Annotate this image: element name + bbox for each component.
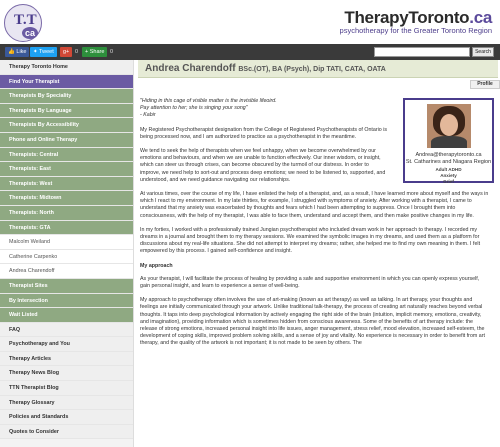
sidebar-item-therapists-west[interactable]: Therapists: West — [0, 176, 133, 192]
sidebar-item-therapists-by-language[interactable]: Therapists By Language — [0, 103, 133, 119]
specialty[interactable]: Adult ADHD — [405, 167, 492, 172]
paragraph: In my forties, I worked with a professio… — [140, 226, 481, 255]
section-heading: My approach — [140, 262, 173, 269]
sidebar-item-therapist-sites[interactable]: Therapist Sites — [0, 278, 133, 294]
sidebar-item-therapists-by-accessibility[interactable]: Therapists By Accessibility — [0, 118, 133, 133]
paragraph: At various times, over the course of my … — [140, 191, 489, 219]
sidebar-item-therapy-glossary[interactable]: Therapy Glossary — [0, 395, 133, 411]
sidebar-item-quotes-to-consider[interactable]: Quotes to Consider — [0, 424, 133, 440]
share-icon: + — [85, 49, 89, 55]
social-toolbar: 👍 Like ✦ Tweet g+ 0 + Share 0 Search — [0, 44, 500, 60]
share-button[interactable]: + Share — [82, 47, 108, 57]
google-plus-button[interactable]: g+ — [60, 47, 73, 57]
tweet-button[interactable]: ✦ Tweet — [30, 47, 57, 57]
paragraph: We tend to seek the help of therapists w… — [140, 148, 386, 183]
main-content: Andrea Charendoff BSc.(OT), BA (Psych), … — [134, 60, 500, 447]
twitter-bird-icon: ✦ — [33, 49, 38, 55]
email-link[interactable]: Andrea@therapytoronto.ca — [405, 152, 492, 158]
sidebar-item-by-intersection[interactable]: By Intersection — [0, 293, 133, 309]
therapist-card: Andrea@therapytoronto.ca St. Catharines … — [403, 98, 494, 184]
sidebar-item-andrea-charendoff[interactable]: Andrea Charendoff — [0, 264, 133, 279]
sidebar-item-phone-and-online-therapy[interactable]: Phone and Online Therapy — [0, 132, 133, 148]
site-title[interactable]: TherapyToronto.ca — [344, 8, 492, 28]
paragraph: My Registered Psychotherapist designatio… — [140, 126, 388, 140]
paragraph: My approach to psychotherapy often invol… — [140, 297, 485, 347]
credentials: BSc.(OT), BA (Psych), Dip TATI, CATA, OA… — [238, 66, 386, 73]
profile-title-bar: Andrea Charendoff BSc.(OT), BA (Psych), … — [138, 60, 498, 78]
search-input[interactable] — [374, 47, 470, 57]
sidebar-item-catherine-carpenko[interactable]: Catherine Carpenko — [0, 249, 133, 265]
logo-text: T.T — [14, 12, 37, 28]
sidebar-item-therapy-toronto-home[interactable]: Therapy Toronto Home — [0, 60, 133, 75]
share-count: 0 — [110, 49, 114, 55]
sidebar-item-ttn-therapist-blog[interactable]: TTN Therapist Blog — [0, 381, 133, 396]
sidebar-item-therapists-gta[interactable]: Therapists: GTA — [0, 220, 133, 236]
search-button[interactable]: Search — [472, 47, 494, 57]
sidebar-item-therapy-articles[interactable]: Therapy Articles — [0, 351, 133, 367]
specialty[interactable]: Grief — [405, 179, 492, 184]
page-title: Andrea Charendoff BSc.(OT), BA (Psych), … — [145, 63, 386, 74]
sidebar-item-find-your-therapist[interactable]: Find Your Therapist — [0, 74, 133, 90]
location: St. Catharines and Niagara Region — [405, 159, 492, 165]
therapist-photo — [427, 104, 471, 148]
sidebar-item-psychotherapy-and-you[interactable]: Psychotherapy and You — [0, 337, 133, 352]
thumbs-up-icon: 👍 — [8, 49, 15, 55]
specialty[interactable]: Anxiety — [405, 173, 492, 178]
sidebar-item-faq[interactable]: FAQ — [0, 322, 133, 338]
sidebar-item-therapists-by-speciality[interactable]: Therapists By Speciality — [0, 89, 133, 104]
site-logo[interactable]: T.T ca — [4, 4, 42, 42]
sidebar-item-therapists-east[interactable]: Therapists: East — [0, 162, 133, 177]
sidebar-nav: Therapy Toronto Home Find Your Therapist T… — [0, 60, 134, 447]
sidebar-item-therapy-news-blog[interactable]: Therapy News Blog — [0, 366, 133, 382]
sidebar-item-therapists-midtown[interactable]: Therapists: Midtown — [0, 191, 133, 206]
site-tagline: psychotherapy for the Greater Toronto Re… — [339, 26, 492, 35]
facebook-like-button[interactable]: 👍 Like — [5, 47, 30, 57]
sidebar-item-malcolm-weiland[interactable]: Malcolm Weiland — [0, 235, 133, 250]
sidebar-item-policies-and-standards[interactable]: Policies and Standards — [0, 410, 133, 425]
google-plus-count: 0 — [75, 49, 79, 55]
sidebar-item-therapists-central[interactable]: Therapists: Central — [0, 147, 133, 163]
sidebar-item-wait-listed[interactable]: Wait Listed — [0, 308, 133, 323]
sidebar-item-therapists-north[interactable]: Therapists: North — [0, 205, 133, 221]
tab-profile[interactable]: Profile — [470, 80, 500, 89]
paragraph: As your therapist, I will facilitate the… — [140, 275, 480, 290]
logo-badge: ca — [22, 27, 38, 39]
site-header: T.T ca TherapyToronto.ca psychotherapy f… — [0, 0, 500, 44]
